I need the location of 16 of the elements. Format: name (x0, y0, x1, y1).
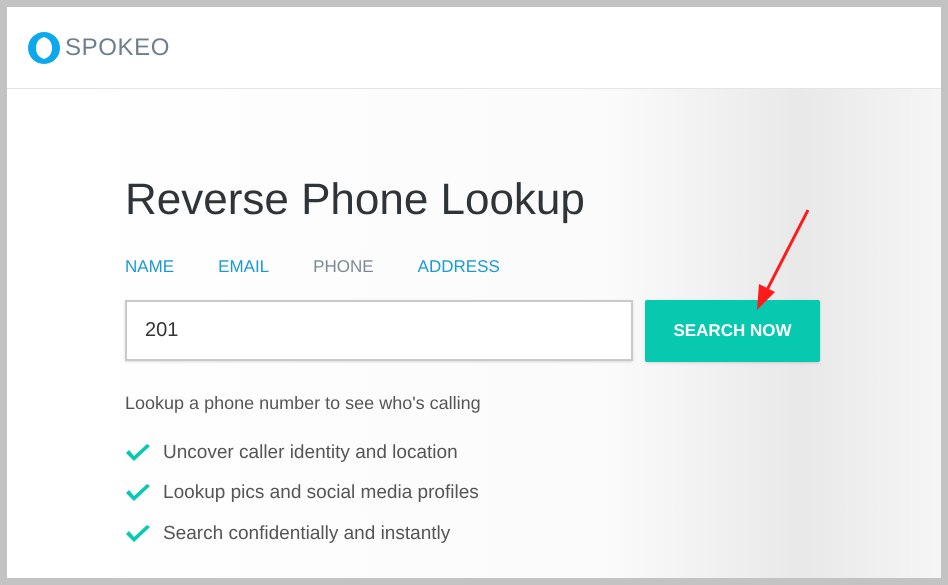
search-tab[interactable]: ADDRESS (418, 254, 500, 280)
check-icon (125, 442, 151, 463)
brand-name[interactable]: SPOKEO (65, 30, 170, 66)
subtitle: Lookup a phone number to see who's calling (125, 392, 482, 415)
search-tab[interactable]: NAME (125, 254, 174, 280)
search-now-button[interactable]: SEARCH NOW (645, 300, 820, 362)
check-icon (125, 524, 151, 544)
page-title: Reverse Phone Lookup (125, 174, 586, 226)
phone-field[interactable]: 201 (125, 300, 633, 360)
feature-text: Search confidentially and instantly (163, 522, 450, 546)
logo-icon (27, 30, 61, 64)
feature-text: Uncover caller identity and location (163, 440, 458, 464)
check-icon (125, 483, 151, 504)
feature-text: Lookup pics and social media profiles (163, 481, 479, 505)
search-tab[interactable]: EMAIL (218, 254, 270, 280)
search-tab[interactable]: PHONE (313, 254, 374, 280)
